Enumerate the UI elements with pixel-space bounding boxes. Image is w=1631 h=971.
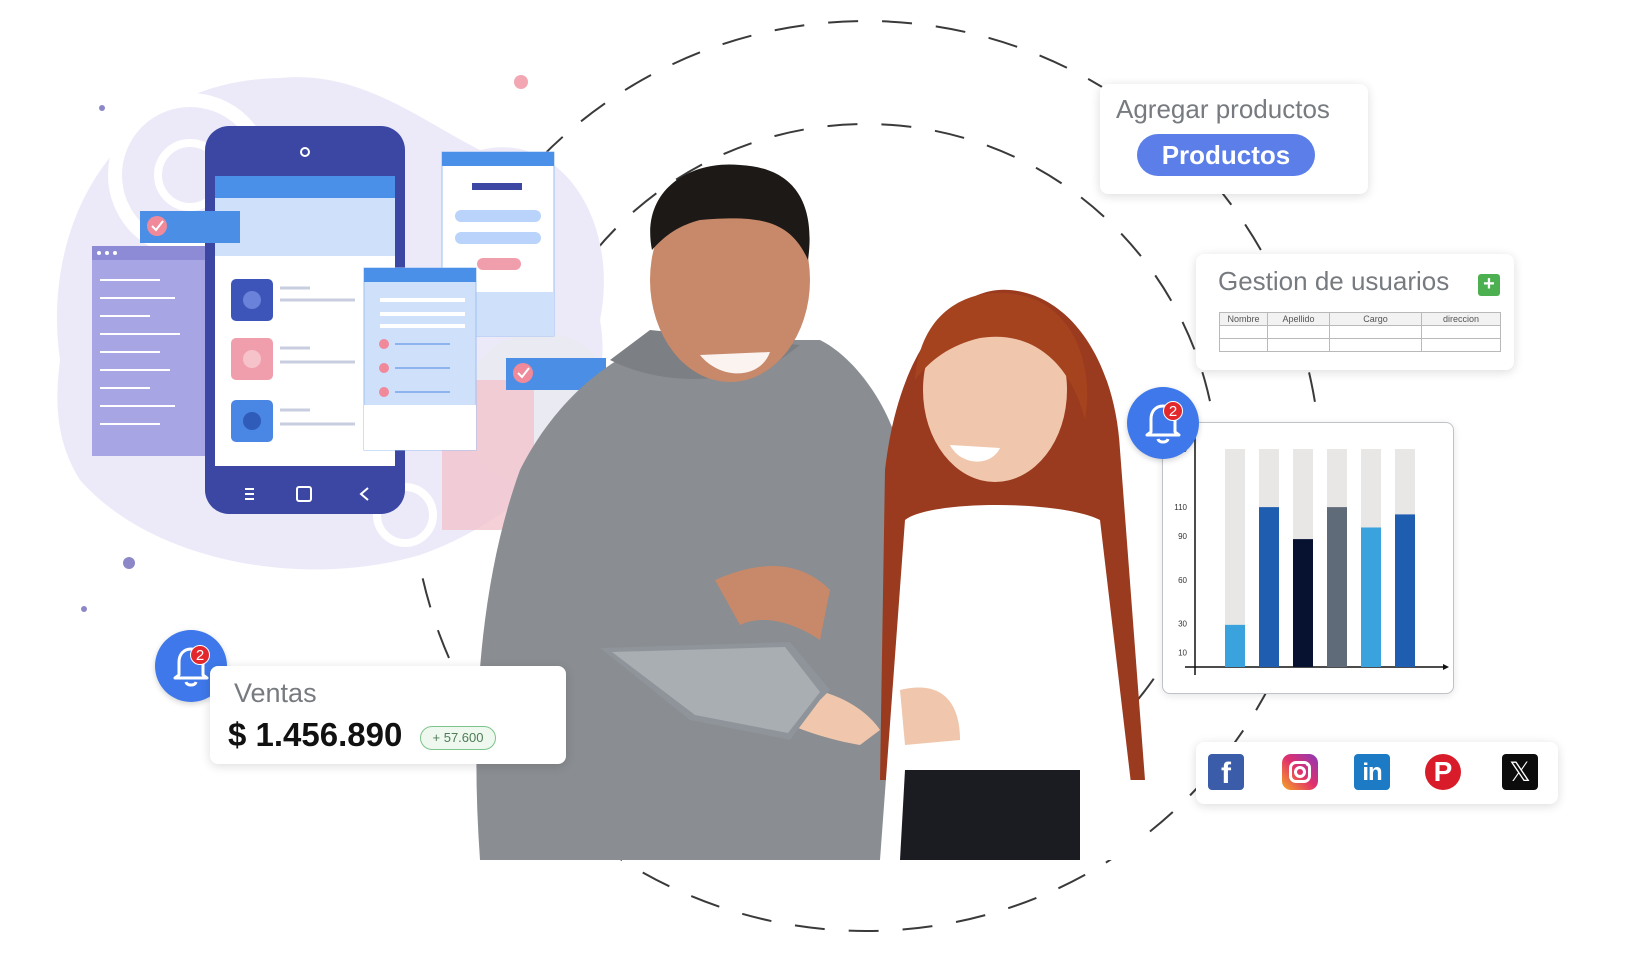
column-header-direccion: direccion <box>1421 312 1501 326</box>
users-table: Nombre Apellido Cargo direccion <box>1219 312 1501 352</box>
x-axis-arrow <box>1443 664 1449 670</box>
pinterest-icon[interactable]: P <box>1425 754 1461 790</box>
notification-badge: 2 <box>190 645 210 665</box>
sales-label: Ventas <box>234 678 317 708</box>
bar <box>1259 507 1279 667</box>
table-row <box>1219 325 1501 339</box>
linkedin-icon[interactable]: in <box>1354 754 1390 790</box>
bar <box>1225 624 1245 667</box>
user-management-title: Gestion de usuarios <box>1218 266 1450 296</box>
column-header-cargo: Cargo <box>1329 312 1422 326</box>
chart-notification-button[interactable]: 2 <box>1127 387 1199 459</box>
bell-icon <box>1145 404 1181 444</box>
bar <box>1327 507 1347 667</box>
bar-chart: 10306090110150 <box>1174 437 1449 675</box>
bar-chart-card: 10306090110150 <box>1162 422 1454 694</box>
column-header-nombre: Nombre <box>1219 312 1268 326</box>
sales-card: Ventas $ 1.456.890 + 57.600 <box>210 666 566 764</box>
y-tick-label: 110 <box>1174 503 1187 512</box>
add-products-title: Agregar productos <box>1116 94 1330 124</box>
x-icon[interactable]: 𝕏 <box>1502 754 1538 790</box>
instagram-icon[interactable] <box>1282 754 1318 790</box>
facebook-icon[interactable]: f <box>1208 754 1244 790</box>
sales-amount: $ 1.456.890 <box>228 716 403 753</box>
bar <box>1395 514 1415 667</box>
notification-badge: 2 <box>1163 401 1183 421</box>
table-row <box>1219 338 1501 352</box>
plus-icon[interactable]: + <box>1478 274 1500 296</box>
user-management-card: Gestion de usuarios + Nombre Apellido Ca… <box>1196 254 1514 370</box>
y-tick-label: 10 <box>1178 648 1187 657</box>
social-links-card: f in P 𝕏 <box>1196 742 1558 804</box>
y-tick-label: 90 <box>1178 532 1187 541</box>
bar <box>1293 539 1313 667</box>
y-tick-label: 30 <box>1178 619 1187 628</box>
sales-delta-badge: + 57.600 <box>420 726 496 750</box>
bar <box>1361 527 1381 667</box>
y-tick-label: 60 <box>1178 576 1187 585</box>
products-button[interactable]: Productos <box>1137 134 1315 176</box>
column-header-apellido: Apellido <box>1267 312 1330 326</box>
add-products-card: Agregar productos Productos <box>1100 84 1368 194</box>
